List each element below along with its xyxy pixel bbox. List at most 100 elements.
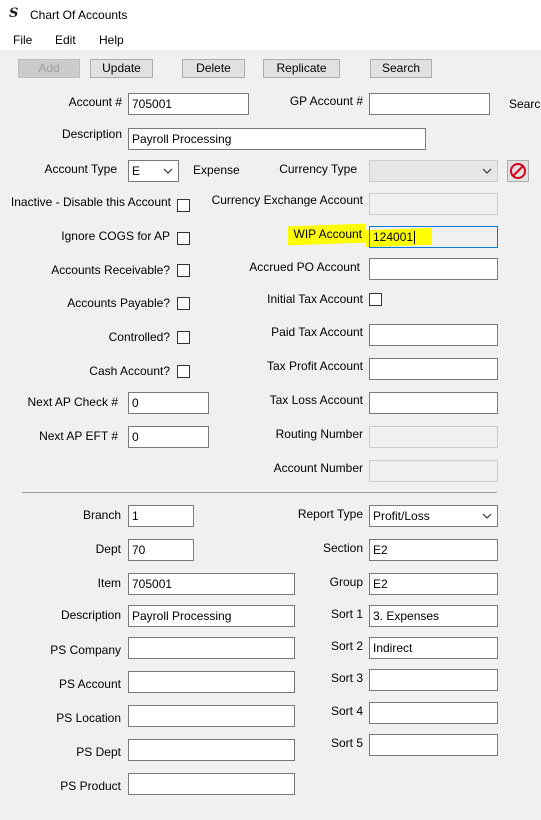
menu-file[interactable]: File — [13, 33, 32, 47]
account-num-input[interactable]: 705001 — [128, 93, 249, 115]
sort1-label: Sort 1 — [330, 607, 363, 621]
item-input[interactable]: 705001 — [128, 573, 295, 595]
search-button[interactable]: Search — [370, 59, 432, 78]
item-label: Item — [97, 576, 121, 590]
ps-product-label: PS Product — [60, 779, 121, 793]
wip-account-label: WIP Account — [293, 227, 362, 241]
account-type-label: Account Type — [44, 162, 118, 176]
sort5-label: Sort 5 — [330, 736, 363, 750]
ps-account-input[interactable] — [128, 671, 295, 693]
paid-tax-input[interactable] — [369, 324, 498, 346]
accounts-payable-label: Accounts Payable? — [67, 296, 170, 310]
text-caret — [414, 231, 416, 245]
search-label-clipped: Search — [509, 97, 541, 111]
description-input[interactable]: Payroll Processing — [128, 128, 426, 150]
accrued-po-label: Accrued PO Account — [249, 260, 360, 274]
title-bar: S Chart Of Accounts — [0, 0, 541, 30]
routing-number-label: Routing Number — [275, 427, 363, 441]
report-type-select[interactable]: Profit/Loss — [369, 505, 498, 527]
sort5-input[interactable] — [369, 734, 498, 756]
clear-currency-button[interactable] — [507, 160, 529, 182]
menu-edit[interactable]: Edit — [55, 33, 76, 47]
cash-account-label: Cash Account? — [89, 364, 170, 378]
delete-button[interactable]: Delete — [182, 59, 245, 78]
ps-company-input[interactable] — [128, 637, 295, 659]
gp-account-label: GP Account # — [289, 94, 363, 108]
app-logo-icon: S — [9, 6, 19, 21]
inactive-checkbox[interactable] — [177, 199, 190, 212]
description-label: Description — [61, 127, 122, 141]
account-num-label: Account # — [68, 95, 122, 109]
ps-dept-input[interactable] — [128, 739, 295, 761]
routing-number-input[interactable] — [369, 426, 498, 448]
currency-type-select[interactable] — [369, 160, 498, 182]
paid-tax-label: Paid Tax Account — [271, 325, 363, 339]
sort2-label: Sort 2 — [330, 639, 363, 653]
next-ap-check-label: Next AP Check # — [27, 395, 119, 409]
initial-tax-label: Initial Tax Account — [267, 292, 363, 306]
update-button[interactable]: Update — [90, 59, 153, 78]
ignore-cogs-label: Ignore COGS for AP — [61, 229, 170, 243]
chevron-down-icon — [482, 513, 492, 519]
report-type-label: Report Type — [297, 507, 363, 521]
ps-product-input[interactable] — [128, 773, 295, 795]
currency-exchange-label: Currency Exchange Account — [211, 193, 363, 207]
menu-bar: File Edit Help — [0, 30, 541, 50]
description2-label: Description — [60, 608, 121, 622]
ps-company-label: PS Company — [50, 643, 121, 657]
cash-account-checkbox[interactable] — [177, 365, 190, 378]
account-type-select[interactable]: E — [128, 160, 179, 182]
controlled-checkbox[interactable] — [177, 331, 190, 344]
tax-profit-input[interactable] — [369, 358, 498, 380]
description2-input[interactable]: Payroll Processing — [128, 605, 295, 627]
section-input[interactable]: E2 — [369, 539, 498, 561]
gp-account-input[interactable] — [369, 93, 490, 115]
account-number-input[interactable] — [369, 460, 498, 482]
sort4-input[interactable] — [369, 702, 498, 724]
account-type-description: Expense — [193, 163, 240, 177]
no-entry-icon — [510, 163, 526, 179]
accounts-receivable-checkbox[interactable] — [177, 264, 190, 277]
currency-type-label: Currency Type — [279, 162, 357, 176]
ignore-cogs-checkbox[interactable] — [177, 232, 190, 245]
dept-label: Dept — [95, 542, 121, 556]
section-divider — [22, 492, 497, 493]
replicate-button[interactable]: Replicate — [263, 59, 340, 78]
account-type-value: E — [132, 164, 141, 178]
window-title: Chart Of Accounts — [30, 8, 128, 22]
group-label: Group — [329, 575, 363, 589]
account-number-label: Account Number — [273, 461, 363, 475]
next-ap-check-input[interactable]: 0 — [128, 392, 209, 414]
ps-dept-label: PS Dept — [76, 745, 121, 759]
dept-input[interactable]: 70 — [128, 539, 194, 561]
sort4-label: Sort 4 — [330, 704, 363, 718]
ps-location-label: PS Location — [56, 711, 121, 725]
chevron-down-icon — [163, 168, 173, 174]
menu-help[interactable]: Help — [99, 33, 124, 47]
accrued-po-input[interactable] — [369, 258, 498, 280]
tax-loss-input[interactable] — [369, 392, 498, 414]
add-button[interactable]: Add — [18, 59, 80, 78]
sort3-input[interactable] — [369, 669, 498, 691]
tax-loss-label: Tax Loss Account — [269, 393, 363, 407]
ps-location-input[interactable] — [128, 705, 295, 727]
sort2-input[interactable]: Indirect — [369, 637, 498, 659]
controlled-label: Controlled? — [108, 330, 170, 344]
next-ap-eft-input[interactable]: 0 — [128, 426, 209, 448]
report-type-value: Profit/Loss — [373, 509, 430, 523]
wip-account-input[interactable]: 124001 — [369, 226, 498, 248]
initial-tax-checkbox[interactable] — [369, 293, 382, 306]
currency-exchange-input[interactable] — [369, 193, 498, 215]
accounts-receivable-label: Accounts Receivable? — [51, 263, 170, 277]
chevron-down-icon — [482, 168, 492, 174]
inactive-label: Inactive - Disable this Account — [10, 195, 171, 209]
group-input[interactable]: E2 — [369, 573, 498, 595]
ps-account-label: PS Account — [58, 677, 121, 691]
tax-profit-label: Tax Profit Account — [266, 359, 363, 373]
sort3-label: Sort 3 — [330, 671, 363, 685]
accounts-payable-checkbox[interactable] — [177, 297, 190, 310]
branch-label: Branch — [82, 508, 121, 522]
section-label: Section — [322, 541, 363, 555]
branch-input[interactable]: 1 — [128, 505, 194, 527]
sort1-input[interactable]: 3. Expenses — [369, 605, 498, 627]
